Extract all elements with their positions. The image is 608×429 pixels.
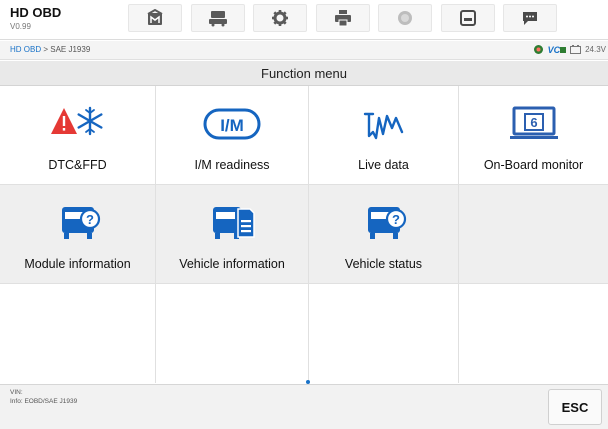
save-icon [460,10,476,26]
vehicle-swap-button[interactable] [191,4,245,32]
vci-indicator: VC [548,45,567,55]
info-label: Info: EOBD/SAE J1939 [10,398,78,405]
help-icon [398,11,412,25]
tile-im-readiness[interactable]: I/M I/M readiness [156,86,309,185]
tile-empty [156,284,309,383]
tile-empty [309,284,459,383]
tile-label: Module information [24,257,131,271]
breadcrumb: HD OBD > SAE J1939 [10,45,90,54]
voltage-readout: 24.3V [585,45,606,54]
app-title: HD OBD [10,5,62,20]
print-button[interactable] [316,4,370,32]
tile-vehicle-information[interactable]: Vehicle information [156,185,309,284]
tile-dtc-ffd[interactable]: DTC&FFD [0,86,156,185]
breadcrumb-link-hd-obd[interactable]: HD OBD [10,45,41,54]
tile-empty [0,284,156,383]
tile-vehicle-status[interactable]: ? Vehicle status [309,185,459,284]
vin-label: VIN: [10,389,23,396]
tile-label: DTC&FFD [48,158,107,172]
onboard-monitor-icon: 6 [509,106,558,139]
vehicle-swap-icon [209,11,227,27]
battery-icon [570,45,582,54]
tile-label: I/M readiness [194,158,270,172]
vci-link-icon [560,46,567,53]
breadcrumb-current: SAE J1939 [50,45,91,54]
svg-text:6: 6 [530,115,537,130]
esc-button[interactable]: ESC [548,389,602,425]
truck-question-icon: ? [61,207,100,239]
home-icon [147,9,163,25]
tile-label: Vehicle status [344,257,423,271]
settings-gear-icon [272,10,288,26]
breadcrumb-bar: HD OBD > SAE J1939 VC 24.3V [0,41,608,60]
live-data-waveform-icon [363,112,403,140]
vci-label: VC [547,44,561,55]
save-button[interactable] [441,4,495,32]
help-button[interactable] [378,4,432,32]
tile-label: Vehicle information [179,257,285,271]
app-version: V0.99 [10,22,31,31]
svg-text:?: ? [86,212,94,227]
message-button[interactable] [503,4,557,32]
svg-text:?: ? [392,212,400,227]
bottom-bar: VIN: Info: EOBD/SAE J1939 ESC [0,384,608,429]
connection-status-icon [533,45,543,54]
dtc-warning-snowflake-icon [50,106,102,136]
im-readiness-icon: I/M [203,108,261,140]
tile-empty [459,284,608,383]
tile-label: Live data [358,158,409,172]
tile-onboard-monitor[interactable]: 6 On-Board monitor [459,86,608,185]
truck-document-icon [213,207,255,239]
truck-question-icon: ? [367,207,406,239]
tile-empty [459,185,608,284]
breadcrumb-separator: > [41,45,51,54]
home-button[interactable] [128,4,182,32]
top-toolbar: HD OBD V0.99 [0,0,608,40]
tile-live-data[interactable]: Live data [309,86,459,185]
function-grid: DTC&FFD I/M I/M readiness Live data 6 On… [0,86,608,383]
status-indicators: VC 24.3V [533,44,606,55]
settings-button[interactable] [253,4,307,32]
print-icon [335,10,351,27]
tile-label: On-Board monitor [483,158,584,172]
tile-module-information[interactable]: ? Module information [0,185,156,284]
svg-text:I/M: I/M [220,116,244,135]
function-menu-title: Function menu [0,61,608,86]
message-icon [523,12,537,25]
